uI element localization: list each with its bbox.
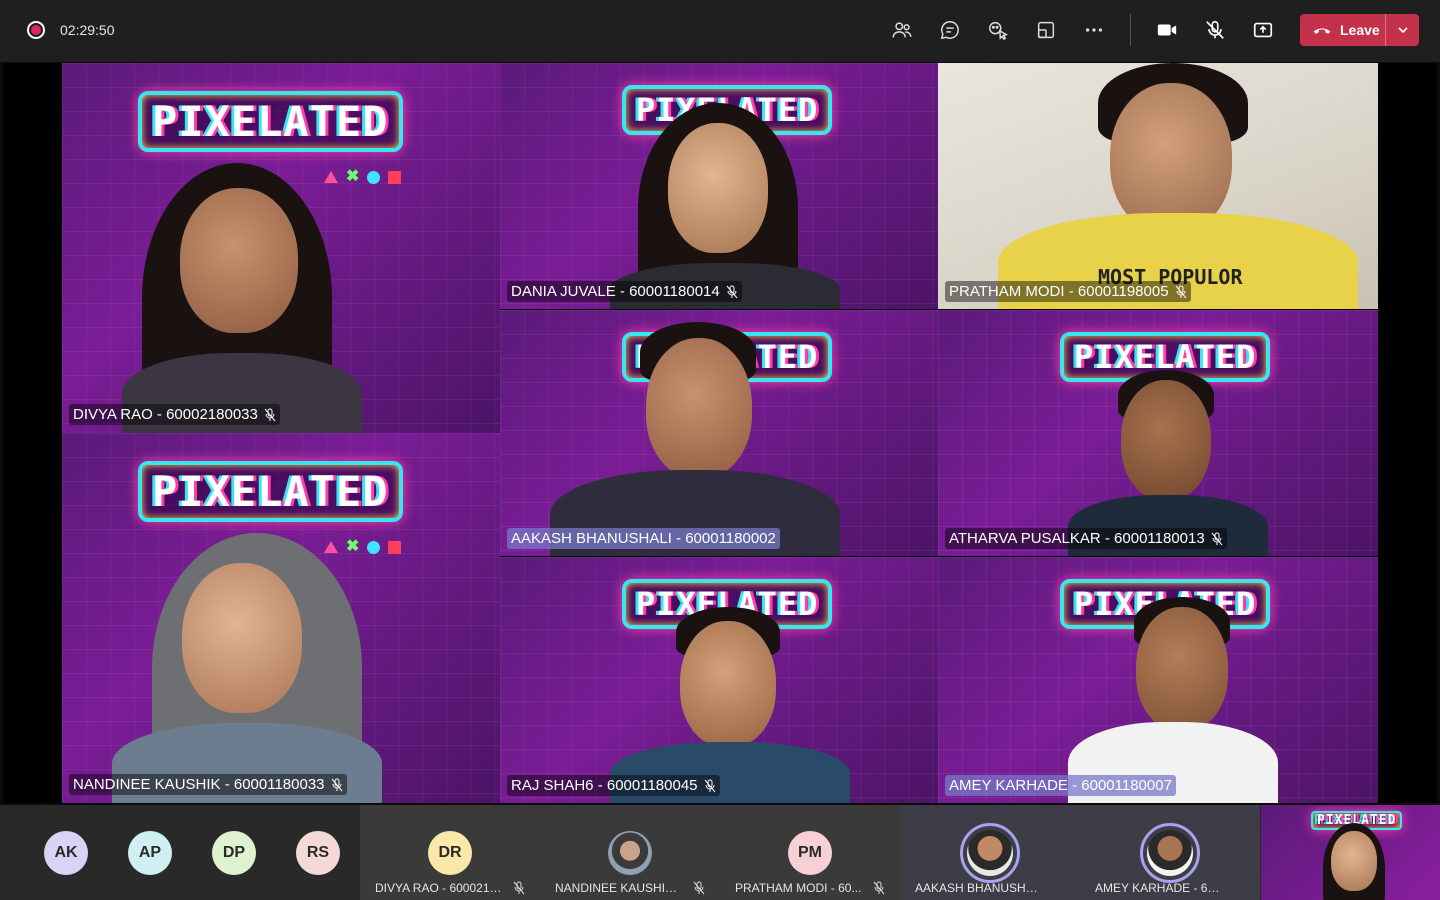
mic-muted-icon	[726, 285, 738, 298]
video-tile[interactable]: PIXELATED DANIA JUVALE - 60001180014	[500, 63, 938, 309]
more-icon[interactable]	[1081, 17, 1107, 43]
participant-name: NANDINEE KAUSHIK -...	[555, 881, 705, 895]
participant-name: ATHARVA PUSALKAR - 60001180013	[945, 528, 1227, 549]
pixelated-logo: PIXELATED	[138, 461, 403, 522]
avatar[interactable]: DP	[212, 831, 256, 875]
participant-name: AAKASH BHANUSHALI - 6...	[915, 881, 1043, 895]
video-stage: PIXELATED ✖ DIVYA RAO - 60002180033 PIXE…	[3, 63, 1437, 803]
hang-up-icon	[1313, 28, 1331, 34]
video-tile[interactable]: PIXELATED ✖ NANDINEE KAUSHIK - 600011800…	[62, 433, 500, 803]
mic-muted-icon	[693, 881, 705, 895]
video-tile[interactable]: PIXELATED ATHARVA PUSALKAR - 60001180013	[938, 310, 1378, 556]
video-tile[interactable]: MOST POPULOR PRATHAM MODI - 60001198005	[938, 63, 1378, 309]
video-tile[interactable]: PIXELATED ✖ DIVYA RAO - 60002180033	[62, 63, 500, 433]
meeting-timer: 02:29:50	[60, 22, 115, 38]
mic-muted-icon	[1175, 285, 1186, 298]
participant-name: DANIA JUVALE - 60001180014	[507, 281, 742, 302]
camera-icon[interactable]	[1154, 17, 1180, 43]
meeting-toolbar: 02:29:50 Leave	[0, 0, 1440, 62]
avatar[interactable]: AK	[44, 831, 88, 875]
participant-strip: AK AP DP RS DR DIVYA RAO - 6000218... NA…	[0, 805, 1440, 900]
avatar	[608, 831, 652, 875]
participant-name: AAKASH BHANUSHALI - 60001180002	[507, 528, 780, 549]
self-view[interactable]: PIXELATED	[1261, 805, 1440, 900]
video-tile[interactable]: PIXELATED AMEY KARHADE - 60001180007	[938, 557, 1378, 803]
participant-name: RAJ SHAH6 - 60001180045	[507, 775, 720, 796]
avatar: DR	[428, 831, 472, 875]
participant-name: PRATHAM MODI - 60...	[735, 881, 885, 895]
avatar	[960, 823, 1020, 883]
logo-shapes: ✖	[324, 169, 402, 185]
participant-tile[interactable]: PM PRATHAM MODI - 60...	[720, 805, 900, 900]
mic-muted-icon	[1211, 532, 1223, 545]
mic-muted-icon	[513, 881, 525, 895]
leave-label: Leave	[1340, 22, 1380, 38]
leave-button[interactable]: Leave	[1300, 14, 1419, 46]
participant-tile[interactable]: DR DIVYA RAO - 6000218...	[360, 805, 540, 900]
participant-tile[interactable]: AMEY KARHADE - 600011...	[1080, 805, 1260, 900]
leave-main-button[interactable]: Leave	[1300, 14, 1386, 46]
participant-tile[interactable]: NANDINEE KAUSHIK -...	[540, 805, 720, 900]
avatar[interactable]: RS	[296, 831, 340, 875]
mic-muted-icon	[331, 778, 342, 791]
mic-muted-icon	[873, 881, 885, 895]
video-tile[interactable]: PIXELATED RAJ SHAH6 - 60001180045	[500, 557, 938, 803]
leave-options-button[interactable]	[1386, 14, 1419, 46]
participant-name: AMEY KARHADE - 60001180007	[945, 775, 1176, 796]
mic-muted-icon	[704, 779, 715, 792]
avatar: PM	[788, 831, 832, 875]
participant-name: NANDINEE KAUSHIK - 60001180033	[69, 774, 347, 795]
video-tile[interactable]: PIXELATED AAKASH BHANUSHALI - 6000118000…	[500, 310, 938, 556]
avatar[interactable]: AP	[128, 831, 172, 875]
participant-tile[interactable]: AAKASH BHANUSHALI - 6...	[900, 805, 1080, 900]
participant-name: DIVYA RAO - 60002180033	[69, 404, 280, 425]
people-icon[interactable]	[889, 17, 915, 43]
toolbar-divider	[1130, 14, 1131, 46]
participant-name: AMEY KARHADE - 600011...	[1095, 881, 1223, 895]
avatar	[1140, 823, 1200, 883]
participant-name: PRATHAM MODI - 60001198005	[945, 281, 1191, 302]
recording-icon	[27, 21, 45, 39]
mic-muted-icon	[264, 408, 276, 421]
chat-icon[interactable]	[937, 17, 963, 43]
chevron-down-icon	[1397, 27, 1408, 34]
share-icon[interactable]	[1250, 17, 1276, 43]
view-icon[interactable]	[1033, 17, 1059, 43]
react-icon[interactable]	[985, 17, 1011, 43]
participant-name: DIVYA RAO - 6000218...	[375, 881, 525, 895]
mic-off-icon[interactable]	[1202, 17, 1228, 43]
pixelated-logo: PIXELATED	[138, 91, 403, 152]
logo-shapes: ✖	[324, 539, 402, 555]
